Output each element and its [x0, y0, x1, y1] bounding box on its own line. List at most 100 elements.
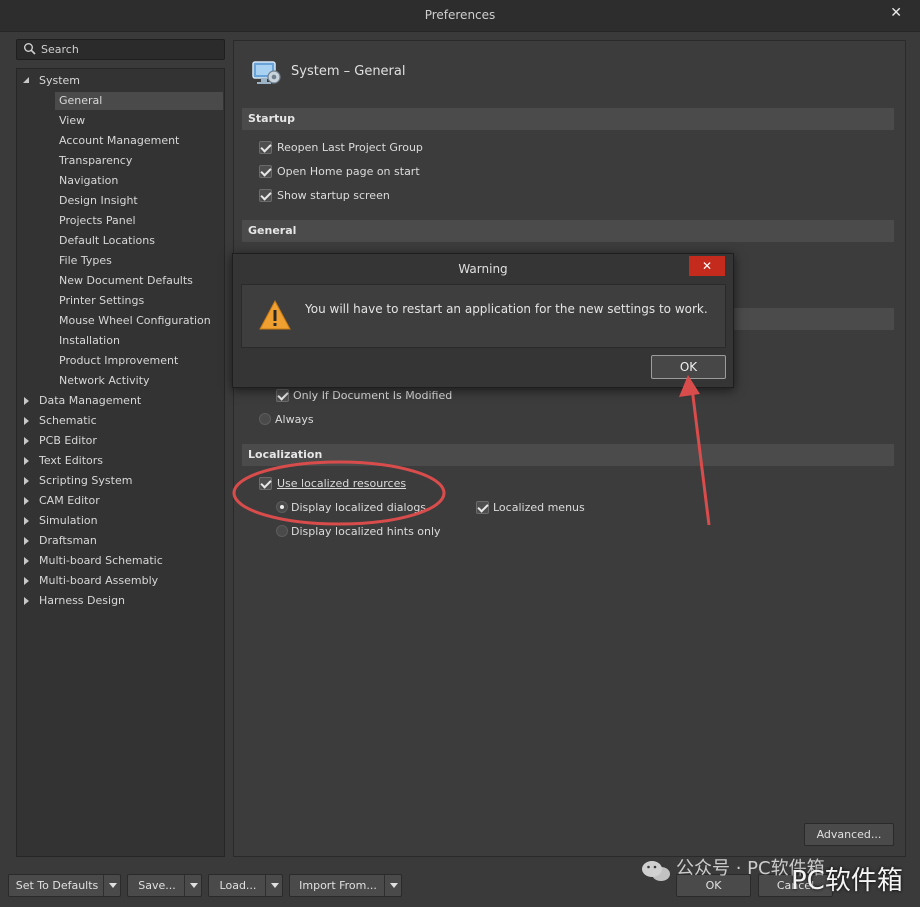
option-label: Show startup screen [277, 189, 390, 202]
option-label: Only If Document Is Modified [293, 389, 453, 402]
tree-item-projects-panel[interactable]: Projects Panel [17, 211, 224, 231]
collapsed-arrow-icon[interactable] [23, 396, 31, 406]
option-label: Display localized dialogs [291, 501, 427, 514]
load-button[interactable]: Load... [208, 874, 283, 897]
tree-item-navigation[interactable]: Navigation [17, 171, 224, 191]
display-localized-hints-radio[interactable] [276, 525, 288, 537]
tree-item-mouse-wheel-configuration[interactable]: Mouse Wheel Configuration [17, 311, 224, 331]
tree-item-label: Printer Settings [59, 294, 145, 307]
tree-item-label: System [39, 74, 81, 87]
tree-item-harness-design[interactable]: Harness Design [17, 591, 224, 611]
collapsed-arrow-icon[interactable] [23, 476, 31, 486]
warning-icon [259, 299, 291, 330]
tree-item-view[interactable]: View [17, 111, 224, 131]
tree-item-default-locations[interactable]: Default Locations [17, 231, 224, 251]
tree-item-label: Navigation [59, 174, 119, 187]
tree-item-draftsman[interactable]: Draftsman [17, 531, 224, 551]
tree-item-label: File Types [59, 254, 112, 267]
search-input[interactable]: Search [16, 39, 225, 60]
dialog-title: Warning [458, 262, 508, 276]
advanced-button[interactable]: Advanced... [804, 823, 894, 846]
localized-menus-checkbox[interactable] [476, 501, 489, 514]
watermark-overlay-text: PC软件箱 [791, 866, 903, 896]
option-label: Always [275, 413, 314, 426]
always-radio[interactable] [259, 413, 271, 425]
tree-item-data-management[interactable]: Data Management [17, 391, 224, 411]
expand-arrow-icon[interactable] [23, 76, 31, 86]
tree-item-label: PCB Editor [39, 434, 97, 447]
tree-item-text-editors[interactable]: Text Editors [17, 451, 224, 471]
button-label: Load... [219, 879, 257, 892]
open-home-page-checkbox[interactable] [259, 165, 272, 178]
use-localized-resources-checkbox[interactable] [259, 477, 272, 490]
preferences-tree[interactable]: System General View Account Management Tran… [16, 68, 225, 857]
tree-item-printer-settings[interactable]: Printer Settings [17, 291, 224, 311]
tree-item-pcb-editor[interactable]: PCB Editor [17, 431, 224, 451]
tree-item-label: Text Editors [39, 454, 104, 467]
tree-item-label: CAM Editor [39, 494, 100, 507]
wechat-logo-icon [642, 861, 670, 881]
tree-item-label: Simulation [39, 514, 98, 527]
tree-item-design-insight[interactable]: Design Insight [17, 191, 224, 211]
button-label: Set To Defaults [15, 879, 99, 892]
search-icon [24, 43, 36, 55]
dropdown-arrow-icon[interactable] [103, 875, 120, 896]
option-label: Display localized hints only [291, 525, 441, 538]
tree-item-system[interactable]: System [17, 71, 224, 91]
tree-item-label: Design Insight [59, 194, 138, 207]
tree-item-multi-board-assembly[interactable]: Multi-board Assembly [17, 571, 224, 591]
collapsed-arrow-icon[interactable] [23, 556, 31, 566]
tree-item-label: Schematic [39, 414, 97, 427]
reopen-last-project-checkbox[interactable] [259, 141, 272, 154]
option-label: Open Home page on start [277, 165, 420, 178]
tree-item-label: Multi-board Schematic [39, 554, 163, 567]
tree-item-network-activity[interactable]: Network Activity [17, 371, 224, 391]
warning-dialog: Warning ✕ You will have to restart an ap… [232, 253, 734, 388]
collapsed-arrow-icon[interactable] [23, 456, 31, 466]
tree-item-general[interactable]: General [17, 91, 224, 111]
collapsed-arrow-icon[interactable] [23, 596, 31, 606]
display-localized-dialogs-radio[interactable] [276, 501, 288, 513]
dialog-message: You will have to restart an application … [305, 302, 708, 316]
tree-item-schematic[interactable]: Schematic [17, 411, 224, 431]
tree-item-label: Projects Panel [59, 214, 136, 227]
tree-item-label: Installation [59, 334, 120, 347]
collapsed-arrow-icon[interactable] [23, 516, 31, 526]
dropdown-arrow-icon[interactable] [184, 875, 201, 896]
import-from-button[interactable]: Import From... [289, 874, 402, 897]
tree-item-cam-editor[interactable]: CAM Editor [17, 491, 224, 511]
collapsed-arrow-icon[interactable] [23, 416, 31, 426]
tree-item-product-improvement[interactable]: Product Improvement [17, 351, 224, 371]
section-startup: Startup [242, 108, 894, 130]
tree-item-new-document-defaults[interactable]: New Document Defaults [17, 271, 224, 291]
dropdown-arrow-icon[interactable] [384, 875, 401, 896]
dialog-ok-button[interactable]: OK [651, 355, 726, 379]
dialog-close-button[interactable]: ✕ [689, 256, 725, 276]
tree-item-scripting-system[interactable]: Scripting System [17, 471, 224, 491]
tree-item-multi-board-schematic[interactable]: Multi-board Schematic [17, 551, 224, 571]
tree-item-simulation[interactable]: Simulation [17, 511, 224, 531]
button-label: Advanced... [816, 828, 882, 841]
collapsed-arrow-icon[interactable] [23, 576, 31, 586]
tree-item-label: Transparency [59, 154, 133, 167]
section-header: Localization [248, 448, 323, 461]
dropdown-arrow-icon[interactable] [265, 875, 282, 896]
save-button[interactable]: Save... [127, 874, 202, 897]
window-close-button[interactable]: ✕ [890, 5, 902, 21]
only-if-modified-checkbox[interactable] [276, 389, 289, 402]
dialog-body: You will have to restart an application … [241, 284, 726, 348]
option-label: Localized menus [493, 501, 585, 514]
show-startup-screen-checkbox[interactable] [259, 189, 272, 202]
tree-item-label: Default Locations [59, 234, 155, 247]
tree-item-file-types[interactable]: File Types [17, 251, 224, 271]
tree-item-label: View [59, 114, 86, 127]
tree-item-installation[interactable]: Installation [17, 331, 224, 351]
title-bar: Preferences ✕ [0, 0, 920, 32]
collapsed-arrow-icon[interactable] [23, 496, 31, 506]
tree-item-label: Network Activity [59, 374, 150, 387]
set-to-defaults-button[interactable]: Set To Defaults [8, 874, 121, 897]
collapsed-arrow-icon[interactable] [23, 536, 31, 546]
collapsed-arrow-icon[interactable] [23, 436, 31, 446]
tree-item-account-management[interactable]: Account Management [17, 131, 224, 151]
tree-item-transparency[interactable]: Transparency [17, 151, 224, 171]
